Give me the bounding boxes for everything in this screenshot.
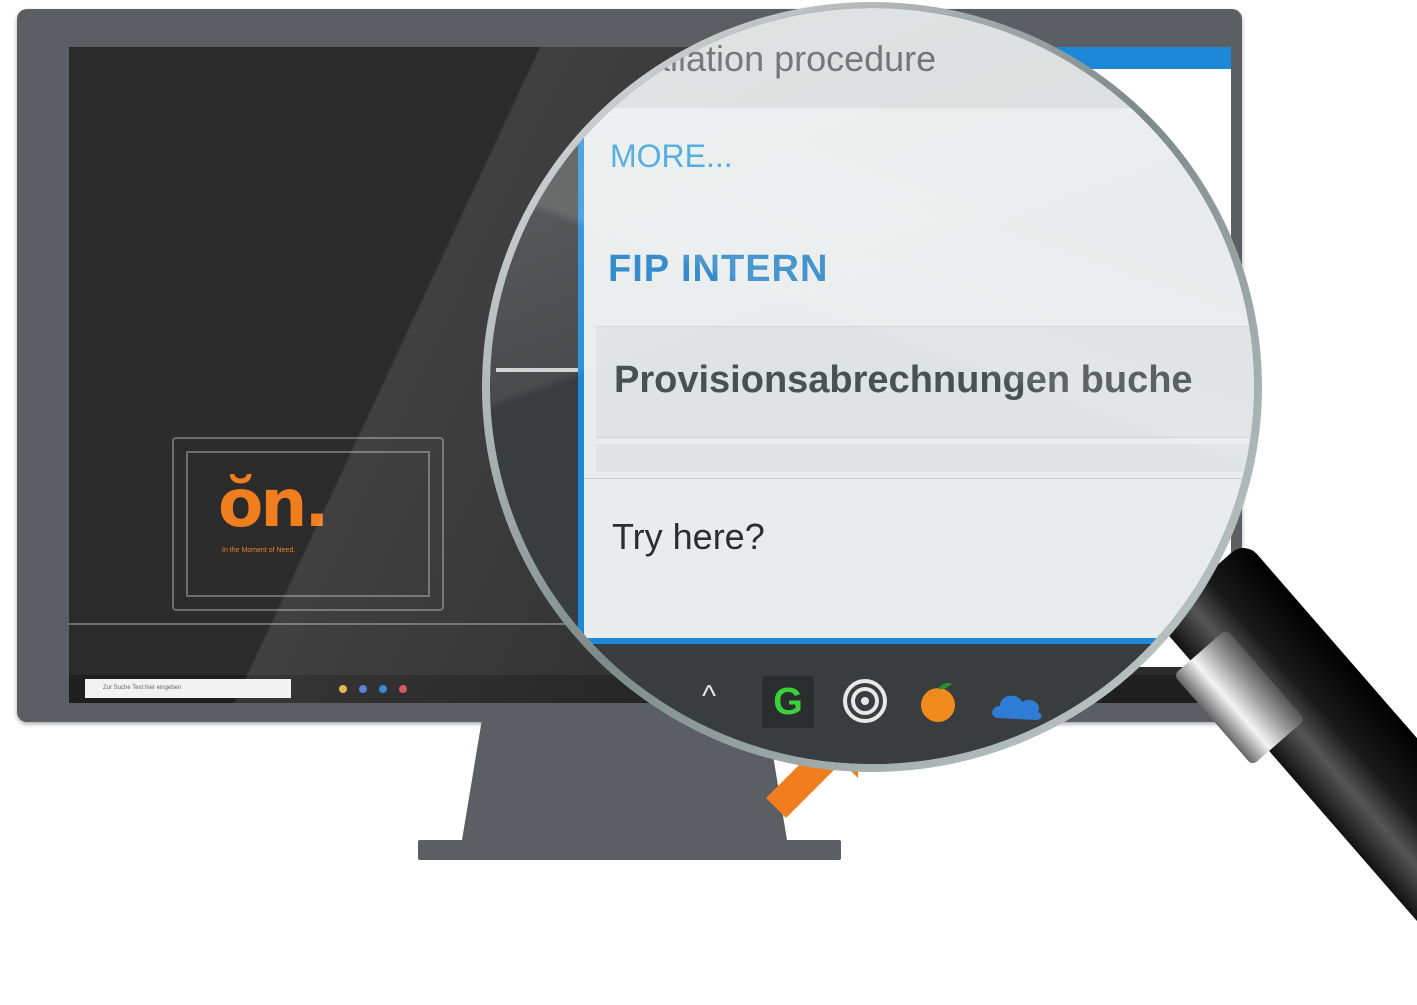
more-link[interactable]: MORE... [610, 138, 733, 175]
taskbar-app-icon[interactable] [399, 685, 407, 693]
list-item[interactable]: Provisionsabrechnungen buche [596, 326, 1254, 438]
monitor-stand-base [418, 840, 841, 860]
orange-app-icon[interactable] [916, 680, 960, 724]
onedrive-cloud-icon[interactable] [988, 686, 1046, 722]
taskbar-app-icon[interactable] [379, 685, 387, 693]
g-app-icon[interactable]: G [762, 676, 814, 728]
spiral-app-icon[interactable] [842, 678, 888, 724]
taskbar-app-icon[interactable] [359, 685, 367, 693]
wallpaper-illustration: ŏn. In the Moment of Need. [172, 437, 444, 611]
section-title: FIP INTERN [608, 248, 829, 290]
brand-tagline: In the Moment of Need. [222, 547, 296, 554]
window-title: tallation procedure [640, 38, 937, 79]
taskbar-app-icon[interactable] [339, 685, 347, 693]
brand-logo: ŏn. [218, 465, 329, 542]
taskbar-search-input[interactable]: Zur Suche Text hier eingeben [85, 679, 291, 698]
list-item[interactable] [596, 444, 1254, 472]
list-item-label: Provisionsabrechnungen buche [614, 359, 1193, 401]
try-here-link[interactable]: Try here? [612, 516, 765, 558]
magnifier-lens: tallation procedure MORE... FIP INTERN P… [490, 8, 1254, 764]
chevron-up-icon[interactable]: ^ [702, 680, 716, 714]
